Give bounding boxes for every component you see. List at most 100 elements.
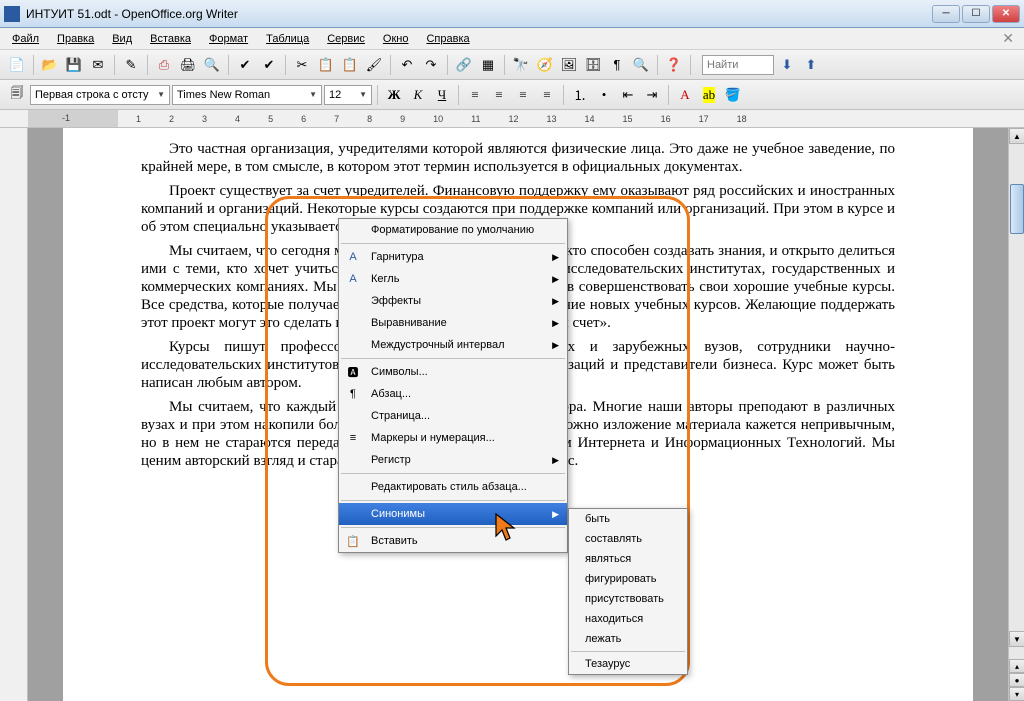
context-menu-item[interactable]: ¶Абзац... bbox=[339, 383, 567, 405]
align-center-icon[interactable]: ≡ bbox=[488, 84, 510, 106]
context-menu-item[interactable]: AКегль▶ bbox=[339, 268, 567, 290]
table-icon[interactable]: ▦ bbox=[477, 54, 499, 76]
edit-icon[interactable]: ✎ bbox=[120, 54, 142, 76]
align-right-icon[interactable]: ≡ bbox=[512, 84, 534, 106]
save-icon[interactable]: 💾 bbox=[63, 54, 85, 76]
font-combo[interactable]: Times New Roman ▼ bbox=[172, 85, 322, 105]
submenu-arrow-icon: ▶ bbox=[552, 252, 559, 263]
search-up-icon[interactable]: ⬆ bbox=[800, 54, 822, 76]
context-menu-item[interactable]: ≡Маркеры и нумерация... bbox=[339, 427, 567, 449]
menu-tools[interactable]: Сервис bbox=[319, 30, 373, 48]
maximize-button[interactable]: ☐ bbox=[962, 5, 990, 23]
synonym-item[interactable]: лежать bbox=[569, 629, 687, 649]
font-color-icon[interactable]: A bbox=[674, 84, 696, 106]
thesaurus-item[interactable]: Тезаурус bbox=[569, 654, 687, 674]
chevron-down-icon: ▼ bbox=[359, 90, 367, 99]
minimize-button[interactable]: ─ bbox=[932, 5, 960, 23]
menu-table[interactable]: Таблица bbox=[258, 30, 317, 48]
indent-more-icon[interactable]: ⇥ bbox=[641, 84, 663, 106]
pdf-icon[interactable]: ⎙ bbox=[153, 54, 175, 76]
style-combo[interactable]: Первая строка с отсту ▼ bbox=[30, 85, 170, 105]
new-icon[interactable]: 📄 bbox=[6, 54, 28, 76]
link-icon[interactable]: 🔗 bbox=[453, 54, 475, 76]
ruler-horizontal: -1 123456789101112131415161718 bbox=[0, 110, 1024, 128]
context-menu-item[interactable]: Эффекты ▶ bbox=[339, 290, 567, 312]
paragraph[interactable]: Это частная организация, учредителями ко… bbox=[141, 140, 895, 176]
styles-icon[interactable]: 🗐 bbox=[6, 84, 28, 106]
next-page-icon[interactable]: ▾ bbox=[1009, 687, 1024, 701]
align-left-icon[interactable]: ≡ bbox=[464, 84, 486, 106]
synonym-item[interactable]: составлять bbox=[569, 529, 687, 549]
context-menu-item[interactable]: Выравнивание▶ bbox=[339, 312, 567, 334]
cut-icon[interactable]: ✂ bbox=[291, 54, 313, 76]
search-down-icon[interactable]: ⬇ bbox=[776, 54, 798, 76]
menu-help[interactable]: Справка bbox=[418, 30, 477, 48]
synonym-item[interactable]: присутствовать bbox=[569, 589, 687, 609]
spellcheck-icon[interactable]: ✔ bbox=[234, 54, 256, 76]
scroll-thumb[interactable] bbox=[1010, 184, 1024, 234]
synonym-item[interactable]: быть bbox=[569, 509, 687, 529]
doc-close-icon[interactable]: ✕ bbox=[996, 30, 1020, 47]
search-input[interactable] bbox=[702, 55, 774, 75]
synonym-item[interactable]: фигурировать bbox=[569, 569, 687, 589]
brush-icon[interactable]: 🖌 bbox=[363, 54, 385, 76]
context-menu-item[interactable]: Форматирование по умолчанию bbox=[339, 219, 567, 241]
zoom-icon[interactable]: 🔍 bbox=[630, 54, 652, 76]
copy-icon[interactable]: 📋 bbox=[315, 54, 337, 76]
align-justify-icon[interactable]: ≡ bbox=[536, 84, 558, 106]
undo-icon[interactable]: ↶ bbox=[396, 54, 418, 76]
help-icon[interactable]: ❓ bbox=[663, 54, 685, 76]
context-menu-item[interactable]: Регистр▶ bbox=[339, 449, 567, 471]
preview-icon[interactable]: 🔍 bbox=[201, 54, 223, 76]
context-menu-item[interactable]: AГарнитура▶ bbox=[339, 246, 567, 268]
size-combo[interactable]: 12 ▼ bbox=[324, 85, 372, 105]
datasource-icon[interactable]: 🗄 bbox=[582, 54, 604, 76]
menu-insert[interactable]: Вставка bbox=[142, 30, 199, 48]
scroll-up-icon[interactable]: ▲ bbox=[1009, 128, 1024, 144]
indent-less-icon[interactable]: ⇤ bbox=[617, 84, 639, 106]
menu-item-label: Вставить bbox=[371, 535, 418, 547]
menu-window[interactable]: Окно bbox=[375, 30, 417, 48]
chevron-down-icon: ▼ bbox=[309, 90, 317, 99]
navigator-icon[interactable]: 🧭 bbox=[534, 54, 556, 76]
find-icon[interactable]: 🔭 bbox=[510, 54, 532, 76]
nav-ball-icon[interactable]: ● bbox=[1009, 673, 1024, 687]
bg-color-icon[interactable]: 🪣 bbox=[722, 84, 744, 106]
italic-button[interactable]: К bbox=[407, 84, 429, 106]
vertical-scrollbar[interactable]: ▲ ▼ ▴ ● ▾ bbox=[1008, 128, 1024, 701]
menu-file[interactable]: Файл bbox=[4, 30, 47, 48]
menu-item-label: Страница... bbox=[371, 410, 430, 422]
underline-button[interactable]: Ч bbox=[431, 84, 453, 106]
submenu-arrow-icon: ▶ bbox=[552, 296, 559, 307]
context-menu-item[interactable]: 🅰Символы... bbox=[339, 361, 567, 383]
highlight-icon[interactable]: ab bbox=[698, 84, 720, 106]
context-menu-item[interactable]: Редактировать стиль абзаца... bbox=[339, 476, 567, 498]
print-icon[interactable]: 🖨 bbox=[177, 54, 199, 76]
gallery-icon[interactable]: 🖼 bbox=[558, 54, 580, 76]
menu-item-label: Редактировать стиль абзаца... bbox=[371, 481, 527, 493]
nonprinting-icon[interactable]: ¶ bbox=[606, 54, 628, 76]
context-menu-item[interactable]: 📋Вставить bbox=[339, 530, 567, 552]
open-icon[interactable]: 📂 bbox=[39, 54, 61, 76]
menu-item-label: Эффекты bbox=[371, 295, 421, 307]
synonym-item[interactable]: являться bbox=[569, 549, 687, 569]
close-button[interactable]: ✕ bbox=[992, 5, 1020, 23]
synonym-item[interactable]: находиться bbox=[569, 609, 687, 629]
autocheck-icon[interactable]: ✔ bbox=[258, 54, 280, 76]
menu-format[interactable]: Формат bbox=[201, 30, 256, 48]
menu-view[interactable]: Вид bbox=[104, 30, 140, 48]
bullet-list-icon[interactable]: • bbox=[593, 84, 615, 106]
redo-icon[interactable]: ↷ bbox=[420, 54, 442, 76]
bold-button[interactable]: Ж bbox=[383, 84, 405, 106]
menu-item-label: Символы... bbox=[371, 366, 428, 378]
prev-page-icon[interactable]: ▴ bbox=[1009, 659, 1024, 673]
numbered-list-icon[interactable]: ⒈ bbox=[569, 84, 591, 106]
scroll-down-icon[interactable]: ▼ bbox=[1009, 631, 1024, 647]
window-title: ИНТУИТ 51.odt - OpenOffice.org Writer bbox=[26, 7, 932, 21]
menu-edit[interactable]: Правка bbox=[49, 30, 102, 48]
context-menu-item[interactable]: Синонимы▶ bbox=[339, 503, 567, 525]
paste-icon[interactable]: 📋 bbox=[339, 54, 361, 76]
mail-icon[interactable]: ✉ bbox=[87, 54, 109, 76]
context-menu-item[interactable]: Страница... bbox=[339, 405, 567, 427]
context-menu-item[interactable]: Междустрочный интервал▶ bbox=[339, 334, 567, 356]
